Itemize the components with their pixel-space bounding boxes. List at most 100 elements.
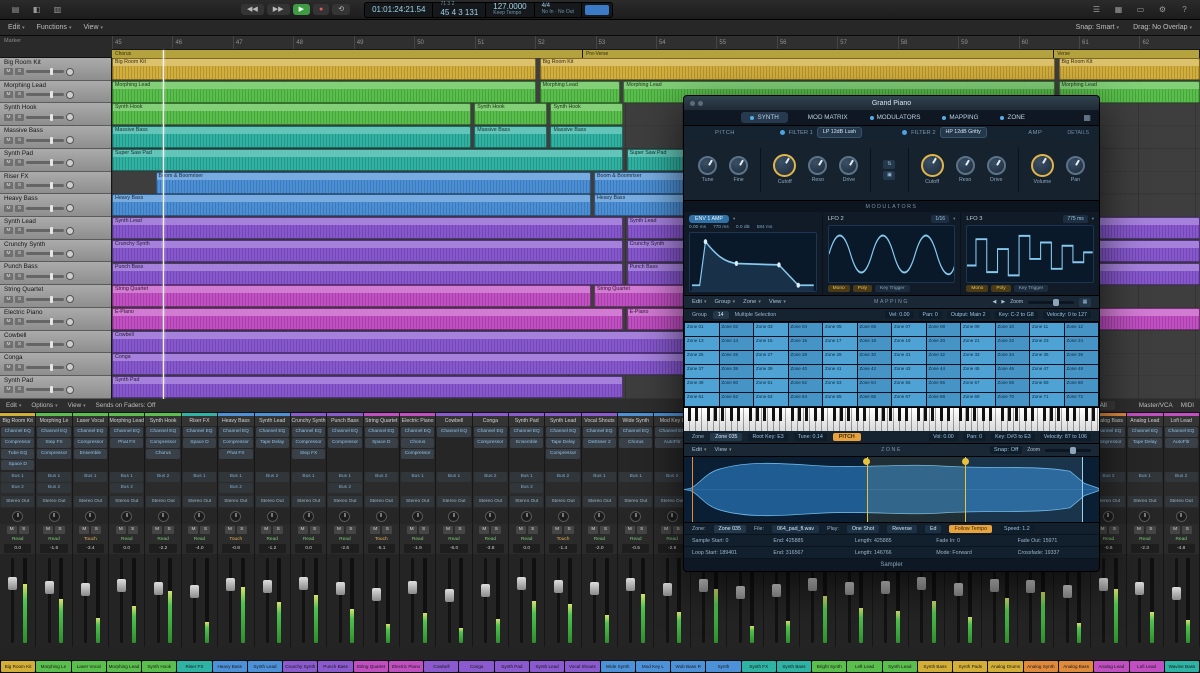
sample-zone[interactable]: Zone 23 — [1030, 337, 1064, 350]
env-selector[interactable]: ENV 1 AMP — [689, 215, 729, 223]
mute-button[interactable]: M — [261, 526, 271, 534]
channel-strip[interactable]: Big Room Kit Channel EQCompressorTube EQ… — [0, 413, 36, 647]
send-slot[interactable]: Bus 1 — [292, 472, 325, 482]
mute-button[interactable]: M — [4, 318, 13, 325]
solo-button[interactable]: S — [528, 526, 538, 534]
plugin-slot[interactable]: Space D — [365, 438, 398, 448]
volume-slider[interactable] — [26, 139, 64, 142]
fader-track[interactable] — [302, 558, 305, 643]
audio-region[interactable]: Synth Hook — [112, 103, 471, 125]
pan-knob[interactable] — [66, 340, 74, 348]
track-header[interactable]: Cowbell M S — [0, 331, 111, 354]
details-toggle[interactable]: DETAILS — [1067, 130, 1089, 136]
track-name-chip[interactable]: Synth Pad — [495, 661, 529, 672]
volume-slider[interactable] — [26, 207, 64, 210]
volume-slider[interactable] — [26, 320, 64, 323]
solo-button[interactable]: S — [15, 250, 24, 257]
sample-zone[interactable]: Zone 57 — [961, 379, 995, 392]
window-control-icons[interactable] — [690, 101, 703, 106]
sample-zone[interactable]: Zone 41 — [823, 365, 857, 378]
plugin-slot[interactable]: Channel EQ — [1165, 427, 1198, 437]
volume-slider[interactable] — [26, 93, 64, 96]
pan-knob[interactable] — [194, 511, 205, 522]
sample-zone[interactable]: Zone 08 — [927, 323, 961, 336]
mute-button[interactable]: M — [43, 526, 53, 534]
automation-mode[interactable]: Touch — [364, 535, 399, 544]
track-name-chip[interactable]: Heavy Bass — [213, 661, 247, 672]
fader-track[interactable] — [120, 558, 123, 643]
track-name-chip[interactable]: Synth Lead — [530, 661, 564, 672]
arrange-menu[interactable]: Edit▾ — [8, 24, 25, 31]
plugin-slot[interactable]: AutoFltr — [1165, 438, 1198, 448]
mute-button[interactable]: M — [79, 526, 89, 534]
filter-serial-icon[interactable]: ⇅ — [883, 160, 895, 169]
solo-button[interactable]: S — [15, 159, 24, 166]
sample-zone[interactable]: Zone 42 — [858, 365, 892, 378]
sample-zone[interactable]: Zone 04 — [789, 323, 823, 336]
track-name-chip[interactable]: Analog Lead — [1094, 661, 1128, 672]
track-name-chip[interactable]: Punch Bass — [318, 661, 352, 672]
sample-zone[interactable]: Zone 09 — [961, 323, 995, 336]
sample-zone[interactable]: Zone 21 — [961, 337, 995, 350]
editor-icon[interactable]: ▭ — [1133, 5, 1148, 14]
plugin-slot[interactable]: Channel EQ — [510, 427, 543, 437]
channel-strip[interactable]: Synth Pad Channel EQEnsemble Bus 1Bus 2 … — [509, 413, 545, 647]
sample-zone[interactable]: Zone 14 — [720, 337, 754, 350]
arrange-menu[interactable]: Functions▾ — [37, 24, 72, 31]
fader-track[interactable] — [666, 558, 669, 643]
channel-strip[interactable]: String Quartet Channel EQSpace D Bus 2 S… — [364, 413, 400, 647]
plugin-slot[interactable]: Compressor — [546, 449, 579, 459]
mute-button[interactable]: M — [4, 205, 13, 212]
send-slot[interactable]: Bus 1 — [619, 472, 652, 482]
pan-knob[interactable] — [630, 511, 641, 522]
mute-button[interactable]: M — [516, 526, 526, 534]
group-vel-field[interactable]: Vel: 0.00 — [885, 311, 914, 319]
sample-zone[interactable]: Zone 20 — [927, 337, 961, 350]
track-name-chip[interactable]: Synth Lead — [883, 661, 917, 672]
solo-button[interactable]: S — [455, 526, 465, 534]
window-size-icon[interactable]: ▦ — [1083, 113, 1091, 122]
channel-strip[interactable]: Morphing Le Channel EQStep FXCompressor … — [36, 413, 72, 647]
forward-button[interactable]: ▶▶ — [267, 4, 290, 15]
solo-button[interactable]: S — [346, 526, 356, 534]
zone-pan-field[interactable]: Pan: 0 — [963, 433, 986, 441]
mute-button[interactable]: M — [1134, 526, 1144, 534]
send-slot[interactable]: Bus 2 — [256, 472, 289, 482]
zone-velocity-field[interactable]: Velocity: 87 to 106 — [1040, 433, 1091, 441]
volume-slider[interactable] — [26, 116, 64, 119]
send-slot[interactable]: Bus 2 — [365, 472, 398, 482]
track-name-chip[interactable]: Analog Synth — [1024, 661, 1058, 672]
plugin-slot[interactable]: Chorus — [146, 449, 179, 459]
fader-cap[interactable] — [299, 577, 308, 590]
track-name-chip[interactable]: Wide Synth — [601, 661, 635, 672]
sample-zone[interactable]: Zone 48 — [1065, 365, 1099, 378]
lfo2-mono-button[interactable]: Mono — [828, 285, 850, 292]
play-mode-select[interactable]: One Shot — [847, 525, 879, 533]
channel-strip[interactable]: Crunchy Synth Channel EQCompressorStep F… — [291, 413, 327, 647]
mute-button[interactable]: M — [188, 526, 198, 534]
fader-cap[interactable] — [1135, 582, 1144, 595]
track-header[interactable]: Big Room Kit M S — [0, 58, 111, 81]
mute-button[interactable]: M — [370, 526, 380, 534]
plugin-slot[interactable]: Space D — [1, 460, 34, 470]
lfo3-mono-button[interactable]: Mono — [966, 285, 988, 292]
channel-strip[interactable]: Electric Piano Channel EQChorusCompresso… — [400, 413, 436, 647]
track-name-chip[interactable]: Analog Drums — [988, 661, 1022, 672]
channel-strip[interactable]: Punch Bass Channel EQCompressor Bus 1Bus… — [327, 413, 363, 647]
automation-mode[interactable]: Read — [1127, 535, 1162, 544]
fader-cap[interactable] — [772, 584, 781, 597]
filter2-drive-knob[interactable]: Drive — [987, 156, 1006, 183]
plugin-slot[interactable]: Channel EQ — [619, 427, 652, 437]
output-slot[interactable]: Stereo Out — [401, 496, 434, 507]
pan-knob[interactable] — [85, 511, 96, 522]
toolbar-misc-icon[interactable]: ▥ — [50, 5, 65, 14]
pan-knob[interactable] — [66, 181, 74, 189]
plugin-slot[interactable]: Compressor — [1, 438, 34, 448]
audio-region[interactable]: Synth Hook — [550, 103, 623, 125]
env-decay[interactable]: 770 ms — [713, 225, 729, 230]
plugin-slot[interactable]: Channel EQ — [401, 427, 434, 437]
pitch-toggle-button[interactable]: PITCH — [833, 433, 861, 441]
channel-strip[interactable]: Vocal Shouts Channel EQDeEsser 2 Bus 1 S… — [582, 413, 618, 647]
sample-zone[interactable]: Zone 38 — [720, 365, 754, 378]
pan-knob[interactable] — [12, 511, 23, 522]
